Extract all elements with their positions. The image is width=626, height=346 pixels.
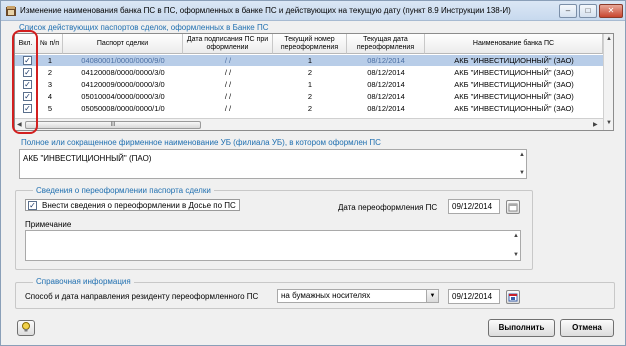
cell-ps: 04120008/0000/0000/3/0 [81,68,165,77]
reissue-calendar-button[interactable] [506,200,520,214]
include-column-highlight [12,30,38,134]
table-row[interactable]: ✓ 2 04120008/0000/0000/3/0/ /2 08/12/2014 АК… [15,67,603,78]
calendar-icon [508,203,518,212]
note-scroll-down-icon[interactable]: ▼ [513,252,519,258]
send-method-select[interactable]: на бумажных носителях ▼ [277,289,439,303]
close-button[interactable]: ✕ [599,4,623,18]
cell-sign-date: / / [224,56,232,65]
minimize-button[interactable]: – [559,4,577,18]
chevron-down-icon[interactable]: ▼ [426,290,438,302]
deals-group-label: Список действующих паспортов сделок, офо… [19,23,269,32]
reissue-date-label: Дата переоформления ПС [338,203,438,212]
window-title: Изменение наименования банка ПС в ПС, оф… [20,6,511,15]
note-scroll-up-icon[interactable]: ▲ [513,233,519,239]
reissue-date-field[interactable]: 09/12/2014 [448,199,500,214]
send-calendar-button[interactable] [506,290,520,304]
maximize-button[interactable]: □ [579,4,597,18]
note-label: Примечание [25,220,72,229]
cell-bank: АКБ "ИНВЕСТИЦИОННЫЙ" (ЗАО) [454,92,574,101]
execute-button[interactable]: Выполнить [488,319,555,337]
reference-group-label: Справочная информация [33,277,134,286]
cell-bank: АКБ "ИНВЕСТИЦИОННЫЙ" (ЗАО) [454,80,574,89]
col-header-sign-date[interactable]: Дата подписания ПС при оформлении [183,34,273,54]
send-date-field[interactable]: 09/12/2014 [448,289,500,304]
note-field[interactable]: ▲ ▼ [25,230,521,261]
field-scroll-down-icon[interactable]: ▼ [519,170,525,176]
lightbulb-icon [22,322,30,332]
scroll-up-icon[interactable]: ▲ [606,36,612,42]
cell-reissue-date: 08/12/2014 [367,68,405,77]
col-header-num[interactable]: № п/п [37,34,63,54]
cell-reissue-date: 08/12/2014 [367,92,405,101]
cell-sign-date: / / [224,68,232,77]
horizontal-scrollbar[interactable]: ◀ III ▶ [15,118,603,130]
col-header-reissue-no[interactable]: Текущий номер переоформления [273,34,347,54]
bank-name-field[interactable]: АКБ "ИНВЕСТИЦИОННЫЙ" (ПАО) ▲ ▼ [19,149,527,179]
cell-reissue-no: 2 [307,104,313,113]
cell-num: 1 [47,56,53,65]
table-row[interactable]: ✓ 5 05050008/0000/0000/1/0/ /2 08/12/2014 АК… [15,103,603,114]
cell-bank: АКБ "ИНВЕСТИЦИОННЫЙ" (ЗАО) [454,104,574,113]
cell-reissue-date: 08/12/2014 [367,80,405,89]
col-header-ps[interactable]: Паспорт сделки [63,34,183,54]
cell-num: 5 [47,104,53,113]
cell-reissue-date: 08/12/2014 [367,56,405,65]
send-method-label: Способ и дата направления резиденту пере… [25,292,259,301]
cell-ps: 05010004/0000/0000/3/0 [81,92,165,101]
cell-num: 4 [47,92,53,101]
cell-sign-date: / / [224,80,232,89]
reissue-checkbox-label: Внести сведения о переоформлении в Досье… [42,201,236,210]
table-row[interactable]: ✓ 4 05010004/0000/0000/3/0/ /2 08/12/2014 АК… [15,91,603,102]
col-header-reissue-date[interactable]: Текущая дата переоформления [347,34,425,54]
cancel-button[interactable]: Отмена [560,319,614,337]
scroll-down-icon[interactable]: ▼ [606,120,612,126]
field-scroll-up-icon[interactable]: ▲ [519,152,525,158]
table-row[interactable]: ✓ 3 04120009/0000/0000/3/0/ /1 08/12/2014 АК… [15,79,603,90]
cell-ps: 04120009/0000/0000/3/0 [81,80,165,89]
scroll-right-icon[interactable]: ▶ [593,121,598,128]
cell-reissue-date: 08/12/2014 [367,104,405,113]
table-row[interactable]: ✓ 1 04080001/0000/0000/9/0/ /1 08/12/2014 АК… [15,55,603,66]
cell-bank: АКБ "ИНВЕСТИЦИОННЫЙ" (ЗАО) [454,68,574,77]
cell-reissue-no: 2 [307,92,313,101]
app-icon [6,6,16,16]
help-button[interactable] [17,320,35,336]
cell-sign-date: / / [224,104,232,113]
vertical-scrollbar[interactable]: ▲ ▼ [603,34,613,130]
reissue-checkbox[interactable]: ✓ [28,201,37,210]
cell-num: 2 [47,68,53,77]
reissue-checkbox-container[interactable]: ✓ Внести сведения о переоформлении в Дос… [25,199,240,211]
cell-ps: 04080001/0000/0000/9/0 [81,56,165,65]
col-header-bank[interactable]: Наименование банка ПС [425,34,603,54]
title-bar[interactable]: Изменение наименования банка ПС в ПС, оф… [1,1,625,21]
bank-name-label: Полное или сокращенное фирменное наимено… [21,138,381,147]
scroll-thumb[interactable]: III [25,121,201,129]
cell-sign-date: / / [224,92,232,101]
dialog-window: Изменение наименования банка ПС в ПС, оф… [0,0,626,346]
cell-reissue-no: 1 [307,56,313,65]
deals-grid[interactable]: Вкл. № п/п Паспорт сделки Дата подписани… [14,33,614,131]
cell-reissue-no: 2 [307,68,313,77]
reissue-group-label: Сведения о переоформлении паспорта сделк… [33,186,214,195]
calendar-icon [508,293,518,302]
bank-name-value: АКБ "ИНВЕСТИЦИОННЫЙ" (ПАО) [23,154,152,163]
cell-ps: 05050008/0000/0000/1/0 [81,104,165,113]
cell-num: 3 [47,80,53,89]
cell-bank: АКБ "ИНВЕСТИЦИОННЫЙ" (ЗАО) [454,56,574,65]
cell-reissue-no: 1 [307,80,313,89]
send-method-value: на бумажных носителях [281,291,371,300]
